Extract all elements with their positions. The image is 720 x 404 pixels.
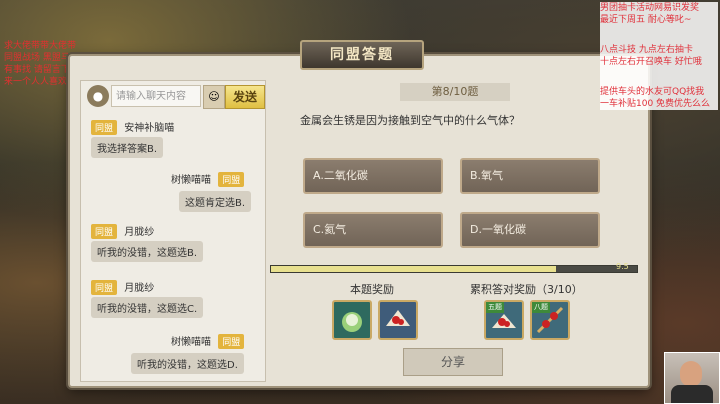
option-a-button[interactable]: A.二氧化碳	[303, 158, 443, 194]
chat-message: 同盟 月胧纱 听我的没错，这题选C.	[91, 279, 204, 318]
message-bubble: 听我的没错，这题选B.	[91, 241, 204, 262]
cumulative-reward-five[interactable]: 五题	[484, 300, 524, 340]
sender-name: 安神补脑喵	[124, 123, 175, 134]
alliance-tag: 同盟	[218, 334, 245, 349]
overlay-line: 最近下周五 耐心等叱~	[600, 15, 692, 25]
option-c-button[interactable]: C.氦气	[303, 212, 443, 248]
reward-item-vegetable[interactable]	[332, 300, 372, 340]
panel-title: 同盟答题	[300, 40, 424, 70]
alliance-tag: 同盟	[218, 172, 245, 187]
option-b-button[interactable]: B.氧气	[460, 158, 600, 194]
chat-message: 树懒喵喵 同盟 这题肯定选B.	[171, 171, 252, 212]
message-bubble: 我选择答案B.	[91, 137, 164, 158]
overlay-line: 八点斗技 九点左右抽卡	[600, 45, 693, 55]
alliance-tag: 同盟	[91, 224, 118, 239]
sender-name: 月胧纱	[124, 227, 155, 238]
cumulative-reward-label: 累积答对奖励（3/10）	[470, 283, 583, 296]
overlay-line: 一车补贴100 免费优先么么	[600, 99, 711, 109]
overlay-line: 求大佬带带大佬带	[4, 41, 77, 51]
streamer-webcam	[664, 352, 720, 404]
chat-panel: ● 请输入聊天内容 ☺ 发送 同盟 安神补脑喵 我选择答案B. 树懒喵喵 同盟 …	[80, 80, 266, 382]
cumulative-reward-eight[interactable]: 八题	[530, 300, 570, 340]
chat-message: 树懒喵喵 同盟 听我的没错，这题选D.	[131, 333, 248, 374]
quiz-area: 第8/10题 金属会生锈是因为接触到空气中的什么气体？ A.二氧化碳 B.氧气 …	[270, 80, 640, 380]
microphone-icon[interactable]: ●	[87, 85, 109, 107]
five-questions-tag: 五题	[486, 302, 504, 313]
overlay-line: 十点左右开召唤车 好忙哦	[600, 57, 702, 67]
message-bubble: 听我的没错，这题选D.	[131, 353, 244, 374]
share-button[interactable]: 分享	[403, 348, 503, 376]
cabbage-icon	[342, 312, 362, 332]
sender-name: 树懒喵喵	[171, 337, 211, 348]
emoji-icon[interactable]: ☺	[203, 85, 225, 109]
overlay-line: 来一个人人喜欢8	[4, 77, 73, 87]
eight-questions-tag: 八题	[532, 302, 550, 313]
chat-message: 同盟 月胧纱 听我的没错，这题选B.	[91, 223, 204, 262]
question-text: 金属会生锈是因为接触到空气中的什么气体？	[300, 114, 520, 127]
reward-item-food[interactable]	[378, 300, 418, 340]
sender-name: 月胧纱	[124, 283, 155, 294]
chat-message: 同盟 安神补脑喵 我选择答案B.	[91, 119, 175, 158]
question-number: 第8/10题	[400, 83, 510, 101]
timer-progress-bar	[270, 265, 638, 273]
option-d-button[interactable]: D.一氧化碳	[460, 212, 600, 248]
timer-progress-label: 9.5	[616, 262, 629, 271]
reward-label: 本题奖励	[350, 283, 394, 296]
chat-input[interactable]: 请输入聊天内容	[111, 85, 201, 107]
chat-input-row: ● 请输入聊天内容 ☺ 发送	[85, 85, 265, 109]
stream-overlay-left: 求大佬带带大佬带 同盟战场 黑盟马 有事找 请留言下 来一个人人喜欢8	[4, 40, 76, 88]
stream-overlay-right: 男团抽卡活动网易识发奖 最近下周五 耐心等叱~ 八点斗技 九点左右抽卡 十点左右…	[600, 2, 718, 110]
overlay-line: 同盟战场 黑盟马	[4, 53, 70, 63]
streamer-face	[680, 361, 702, 387]
alliance-tag: 同盟	[91, 280, 118, 295]
alliance-tag: 同盟	[91, 120, 118, 135]
overlay-line: 男团抽卡活动网易识发奖	[600, 3, 700, 13]
sender-name: 树懒喵喵	[171, 175, 211, 186]
streamer-body	[671, 385, 713, 403]
send-button[interactable]: 发送	[225, 85, 265, 109]
message-bubble: 听我的没错，这题选C.	[91, 297, 204, 318]
dish-icon	[386, 310, 410, 326]
timer-progress-fill	[271, 266, 557, 272]
message-bubble: 这题肯定选B.	[179, 191, 252, 212]
overlay-line: 有事找 请留言下	[4, 65, 70, 75]
overlay-line: 提供车头的水友可QQ找我	[600, 87, 705, 97]
